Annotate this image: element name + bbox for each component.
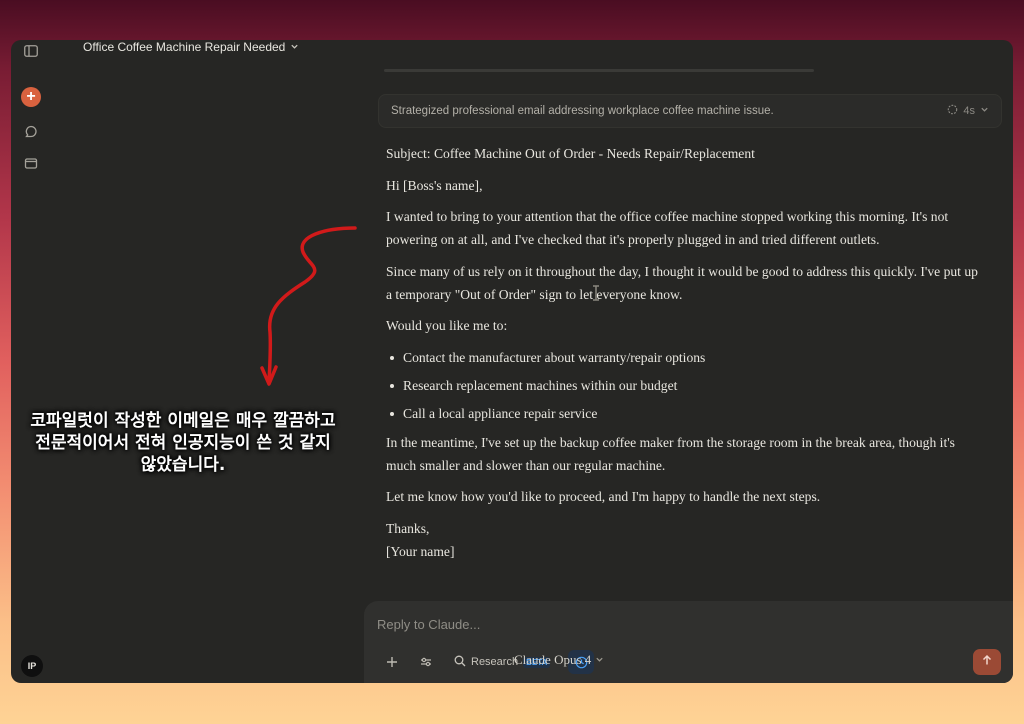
- overlay-caption: 코파일럿이 작성한 이메일은 매우 깔끔하고 전문적이어서 전혀 인공지능이 쓴…: [30, 411, 336, 475]
- reply-composer[interactable]: Reply to Claude... Research BETA: [364, 601, 1013, 683]
- arrow-up-icon: [981, 653, 993, 671]
- send-button[interactable]: [973, 649, 1001, 675]
- new-chat-button[interactable]: +: [21, 87, 41, 107]
- email-paragraph: In the meantime, I've set up the backup …: [386, 434, 955, 473]
- add-attachment-button[interactable]: [380, 650, 404, 674]
- projects-icon[interactable]: [20, 152, 42, 174]
- list-item: Contact the manufacturer about warranty/…: [386, 346, 986, 369]
- left-rail: + IP: [11, 40, 51, 683]
- chevron-down-icon: [290, 40, 299, 54]
- user-avatar[interactable]: IP: [21, 655, 43, 677]
- annotation-arrow-icon: [260, 226, 357, 386]
- tools-settings-button[interactable]: [414, 650, 438, 674]
- email-paragraph: Since many of us rely on it throughout t…: [386, 263, 978, 302]
- chevron-down-icon: [595, 652, 604, 668]
- email-subject: Subject: Coffee Machine Out of Order - N…: [386, 146, 755, 161]
- assistant-message: Subject: Coffee Machine Out of Order - N…: [386, 142, 986, 563]
- search-icon: [454, 655, 466, 670]
- email-paragraph: Let me know how you'd like to proceed, a…: [386, 489, 821, 504]
- chat-title-menu[interactable]: Office Coffee Machine Repair Needed: [83, 40, 299, 54]
- email-closing: Thanks,: [386, 520, 430, 536]
- reply-input[interactable]: Reply to Claude...: [377, 617, 480, 632]
- model-selector[interactable]: Claude Opus 4: [514, 652, 604, 668]
- chats-icon[interactable]: [20, 121, 42, 143]
- sidebar-toggle-icon[interactable]: [20, 40, 42, 62]
- chevron-down-icon: [980, 105, 989, 117]
- model-name: Claude Opus 4: [514, 652, 592, 667]
- thinking-summary-text: Strategized professional email addressin…: [391, 105, 774, 117]
- text-cursor-icon: [593, 285, 599, 301]
- email-paragraph: I wanted to bring to your attention that…: [386, 209, 949, 247]
- thinking-duration: 4s: [963, 105, 975, 117]
- thinking-summary[interactable]: Strategized professional email addressin…: [378, 94, 1002, 128]
- email-greeting: Hi [Boss's name],: [386, 177, 483, 193]
- chat-title: Office Coffee Machine Repair Needed: [83, 40, 286, 54]
- options-list: Contact the manufacturer about warranty/…: [386, 346, 986, 425]
- timer-icon: [947, 104, 958, 118]
- list-item: Research replacement machines within our…: [386, 374, 986, 397]
- research-label: Research: [471, 656, 519, 668]
- email-signature: [Your name]: [386, 543, 455, 559]
- list-item: Call a local appliance repair service: [386, 402, 986, 425]
- previous-content-divider: [384, 69, 814, 72]
- email-question: Would you like me to:: [386, 318, 508, 333]
- thinking-meta: 4s: [947, 104, 989, 118]
- app-window: + IP Office Coffee Machine Repair Needed…: [11, 40, 1013, 683]
